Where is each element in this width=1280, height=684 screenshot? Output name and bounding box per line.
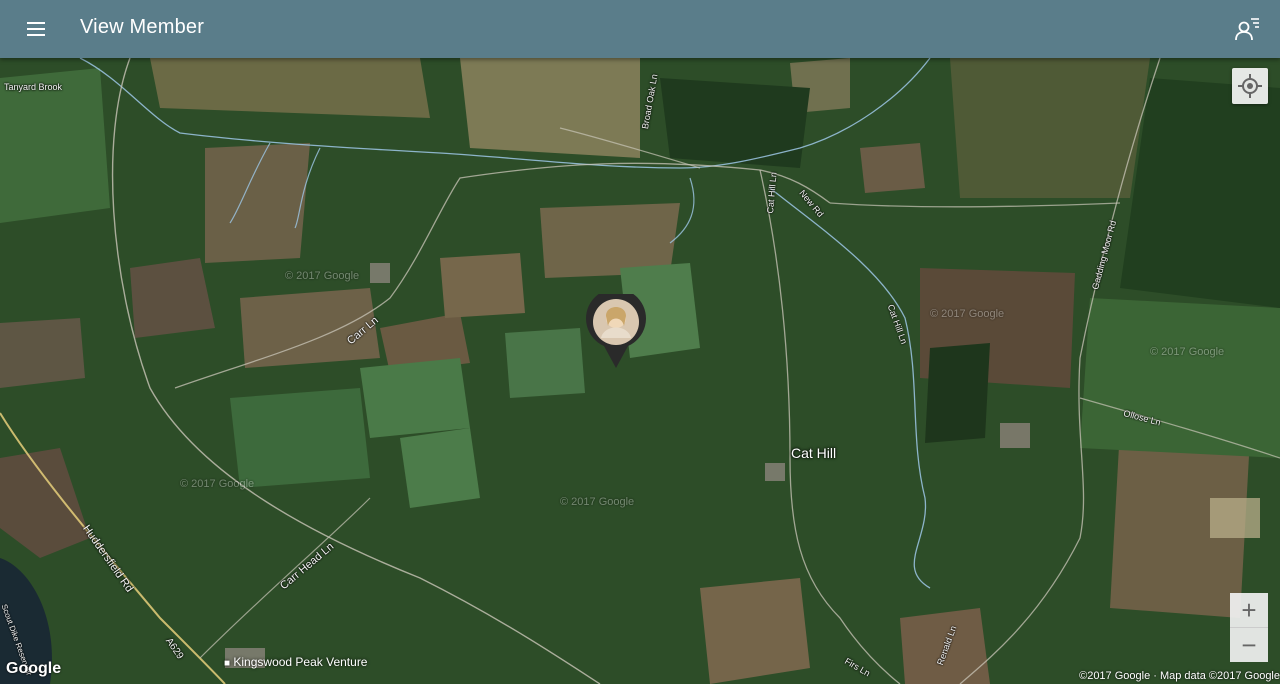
page-title: View Member <box>80 16 205 38</box>
zoom-controls: + − <box>1230 593 1268 662</box>
map-attribution[interactable]: ©2017 Google · Map data ©2017 Google <box>1079 670 1280 682</box>
satellite-map[interactable]: © 2017 Google © 2017 Google © 2017 Googl… <box>0 58 1280 684</box>
map-watermark: © 2017 Google <box>285 270 360 282</box>
road-label: Tanyard Brook <box>4 82 63 92</box>
map-watermark: © 2017 Google <box>1150 346 1225 358</box>
app-bar: View Member <box>0 0 1280 58</box>
map-watermark: © 2017 Google <box>560 496 635 508</box>
poi-label: Kingswood Peak Venture <box>233 655 368 669</box>
poi-marker-icon: ■ <box>224 658 231 669</box>
menu-icon[interactable] <box>20 14 52 44</box>
my-location-icon[interactable] <box>1232 68 1268 104</box>
member-avatar-pin-icon[interactable] <box>584 288 648 370</box>
zoom-out-button[interactable]: − <box>1230 628 1268 662</box>
google-logo: Google <box>6 660 62 677</box>
poi-kingswood-peak-venture[interactable]: ■ Kingswood Peak Venture <box>224 655 367 669</box>
map-watermark: © 2017 Google <box>930 308 1005 320</box>
zoom-in-button[interactable]: + <box>1230 593 1268 628</box>
member-list-icon[interactable] <box>1232 14 1262 44</box>
map-watermark: © 2017 Google <box>180 478 255 490</box>
place-label-cat-hill: Cat Hill <box>791 445 837 461</box>
satellite-imagery <box>0 58 1280 684</box>
